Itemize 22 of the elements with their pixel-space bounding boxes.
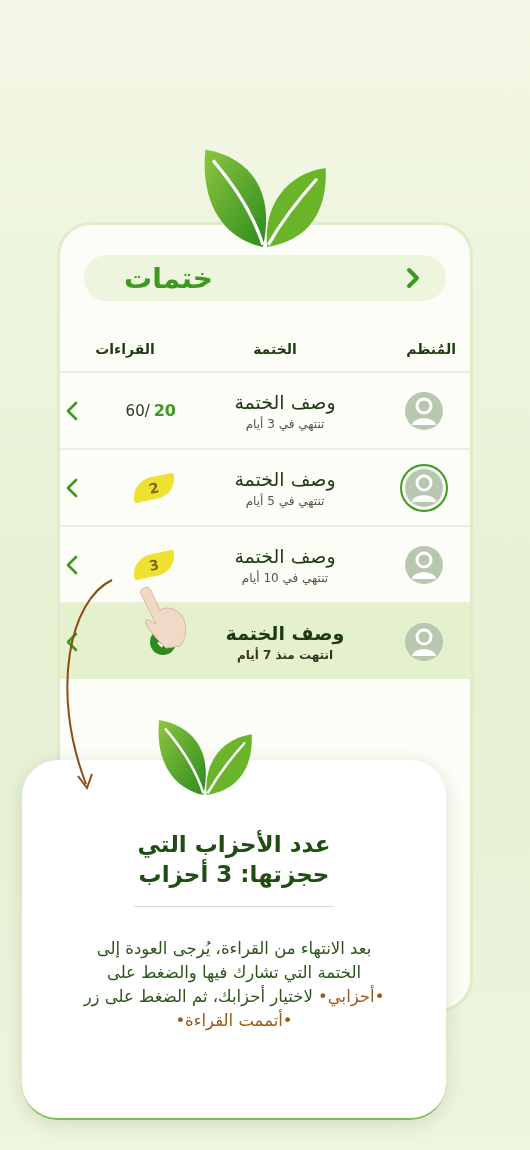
- page-title: ختمات: [124, 261, 214, 295]
- column-header: المُنظم: [405, 341, 457, 357]
- khatma-subtitle: تنتهي في 3 أيام: [245, 416, 325, 431]
- chevron-left-icon[interactable]: [66, 477, 78, 498]
- khatma-subtitle: انتهت منذ 7 أيام: [236, 647, 334, 662]
- column-header: القراءات: [94, 341, 156, 357]
- column-header: الختمة: [252, 341, 298, 357]
- total-count: 60/: [125, 402, 150, 420]
- khatma-title: وصف الختمة: [234, 544, 336, 567]
- tip-text: بعد الانتهاء من القراءة، يُرجى العودة إلى الختمة التي تشارك فيها والضغط على •أحزابي• لاختيار أحزابك، ثم الضغط على زر •أتممت القراءة•: [82, 938, 386, 1033]
- khatma-row[interactable]: وصف الختمة انتهت منذ 7 أيام: [60, 602, 470, 679]
- khatma-title: وصف الختمة: [234, 390, 336, 413]
- khatma-title: وصف الختمة: [225, 621, 345, 644]
- tip-title: عدد الأحزاب التي حجزتها: 3 أحزاب: [136, 830, 332, 890]
- chevron-left-icon[interactable]: [66, 554, 78, 575]
- chevron-left-icon[interactable]: [66, 631, 78, 652]
- chevron-right-icon[interactable]: [406, 267, 420, 289]
- khatma-subtitle: تنتهي في 5 أيام: [245, 493, 325, 508]
- khatma-subtitle: تنتهي في 10 أيام: [241, 570, 329, 585]
- done-count: 20: [153, 401, 176, 420]
- chevron-left-icon[interactable]: [66, 400, 78, 421]
- khatma-title: وصف الختمة: [234, 467, 336, 490]
